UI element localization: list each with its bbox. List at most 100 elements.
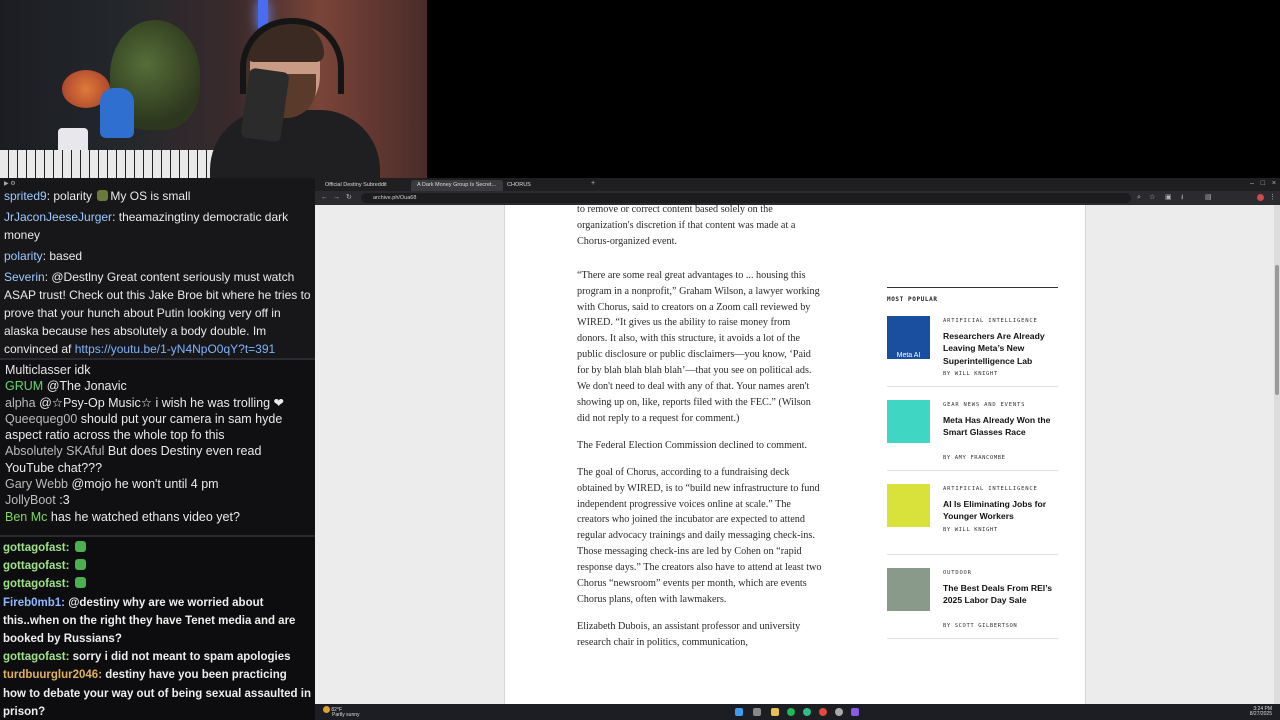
popular-thumbnail[interactable] xyxy=(887,484,930,527)
chat-panel-bottom: gottagofast: gottagofast: gottagofast: F… xyxy=(0,537,315,720)
scrollbar-thumb[interactable] xyxy=(1275,265,1279,395)
chat-text: polarity xyxy=(53,189,93,203)
article-paragraph: The Federal Election Commission declined… xyxy=(577,439,808,451)
popular-thumbnail[interactable] xyxy=(887,400,930,443)
empty-overlay-area xyxy=(427,0,1280,178)
weather-icon xyxy=(323,706,330,713)
keyboard-instrument xyxy=(0,150,220,178)
popular-category[interactable]: ARTIFICIAL INTELLIGENCE xyxy=(943,318,1038,324)
profile-avatar-icon[interactable] xyxy=(1257,194,1264,201)
popular-headline[interactable]: AI Is Eliminating Jobs for Younger Worke… xyxy=(943,498,1061,523)
popular-card[interactable]: OUTDOOR The Best Deals From REI’s 2025 La… xyxy=(887,568,1058,639)
search-taskbar-icon[interactable] xyxy=(753,708,761,716)
chat-message: gottagofast: sorry i did not meant to sp… xyxy=(3,648,312,666)
chat-username: Ben Mc xyxy=(5,509,48,524)
popular-thumbnail[interactable] xyxy=(887,568,930,611)
address-bar[interactable]: archive.ph/Oua68 xyxy=(361,193,1131,203)
chat-message: Ben Mc has he watched ethans video yet? xyxy=(5,509,310,525)
bookmark-star-icon[interactable]: ☆ xyxy=(1149,194,1155,202)
popular-byline[interactable]: BY AMY FRANCOMBE xyxy=(943,455,1006,461)
chat-message: Gary Webb @mojo he won't until 4 pm xyxy=(5,476,310,492)
chat-username: Severin xyxy=(4,270,45,284)
figurine-blue xyxy=(100,88,134,138)
popular-thumbnail[interactable]: Meta AI xyxy=(887,316,930,359)
chat-username: gottagofast: xyxy=(3,542,70,554)
page-scrollbar[interactable] xyxy=(1274,205,1280,704)
extensions-icon[interactable]: ▣ xyxy=(1165,194,1172,202)
chat-message: Absolutely SKAful But does Destiny even … xyxy=(5,443,310,476)
chat-username: turdbuurglur2046: xyxy=(3,669,103,682)
popular-card[interactable]: Meta AI ARTIFICIAL INTELLIGENCE Researcher… xyxy=(887,316,1058,387)
chat-username: Gary Webb xyxy=(5,477,68,492)
chat-message: JollyBoot :3 xyxy=(5,492,310,508)
download-icon[interactable]: ⭳ xyxy=(1181,194,1183,202)
article-paragraph: Elizabeth Dubois, an assistant professor… xyxy=(577,620,801,648)
reload-icon[interactable]: ↻ xyxy=(346,194,352,202)
most-popular-heading: MOST POPULAR xyxy=(887,287,1058,303)
popular-byline[interactable]: BY WILL KNIGHT xyxy=(943,527,998,533)
obs-icon[interactable] xyxy=(835,708,843,716)
popular-category[interactable]: GEAR NEWS AND EVENTS xyxy=(943,402,1025,408)
article-paragraph: to remove or correct content based solel… xyxy=(577,205,796,247)
article-paragraph: The goal of Chorus, according to a fundr… xyxy=(577,466,822,605)
popular-byline[interactable]: BY WILL KNIGHT xyxy=(943,371,998,377)
chat-username: GRUM xyxy=(5,379,44,394)
streamer xyxy=(210,10,380,178)
system-clock[interactable]: 3:24 PM 8/27/2025 xyxy=(1250,707,1272,717)
forward-icon[interactable]: → xyxy=(333,194,340,202)
chat-message: gottagofast: xyxy=(3,557,312,575)
menu-icon[interactable]: ⋮ xyxy=(1269,194,1276,202)
article-body: to remove or correct content based solel… xyxy=(577,205,823,662)
popular-card[interactable]: ARTIFICIAL INTELLIGENCE AI Is Eliminating… xyxy=(887,484,1058,555)
start-icon[interactable] xyxy=(735,708,743,716)
webcam-feed xyxy=(0,0,427,178)
popular-card[interactable]: GEAR NEWS AND EVENTS Meta Has Already Won… xyxy=(887,400,1058,471)
chrome-icon[interactable] xyxy=(819,708,827,716)
minimize-icon[interactable]: – xyxy=(1250,180,1254,188)
popular-headline[interactable]: Meta Has Already Won the Smart Glasses R… xyxy=(943,414,1061,439)
tab-chorus[interactable]: CHORUS xyxy=(501,180,593,191)
chat-message: Queequeg00 should put your camera in sam… xyxy=(5,411,310,444)
emote-icon xyxy=(74,559,86,571)
edge-icon[interactable] xyxy=(803,708,811,716)
clock-date: 8/27/2025 xyxy=(1249,711,1272,717)
article-container: to remove or correct content based solel… xyxy=(504,205,1086,704)
app-icon[interactable] xyxy=(851,708,859,716)
file-explorer-icon[interactable] xyxy=(771,708,779,716)
chat-panel-top: ▶ ⚙ sprited9: polarity My OS is small Jr… xyxy=(0,178,315,358)
chat-text: @mojo he won't until 4 pm xyxy=(71,477,219,492)
chat-text: has he watched ethans video yet? xyxy=(50,509,240,524)
chat-link[interactable]: https://youtu.be/1-yN4NpO0qY?t=391 xyxy=(75,342,275,356)
sidebar-icon[interactable]: ▤ xyxy=(1205,194,1212,202)
chat-text: based xyxy=(49,249,83,263)
tab-article[interactable]: A Dark Money Group Is Secret... xyxy=(411,180,503,191)
tab-label: A Dark Money Group Is Secret... xyxy=(417,182,497,188)
popular-category[interactable]: ARTIFICIAL INTELLIGENCE xyxy=(943,486,1038,492)
popular-byline[interactable]: BY SCOTT GILBERTSON xyxy=(943,623,1017,629)
chat-username: Absolutely SKAful xyxy=(5,444,105,459)
popular-category[interactable]: OUTDOOR xyxy=(943,570,972,576)
chat-message: gottagofast: xyxy=(3,539,312,557)
new-tab-icon[interactable]: + xyxy=(591,180,595,188)
chat-text: @☆Psy-Op Music☆ i wish he was trolling ❤ xyxy=(39,395,285,410)
weather-text: Partly sunny xyxy=(332,712,360,719)
chat-toolbar-icons: ▶ ⚙ xyxy=(4,181,16,187)
chat-text: idk xyxy=(74,363,91,377)
search-icon[interactable]: ⌕ xyxy=(1137,194,1141,202)
chat-username: gottagofast: xyxy=(3,651,70,664)
thumbnail-caption: Meta AI xyxy=(896,352,921,359)
chat-username: polarity xyxy=(4,249,43,263)
popular-headline[interactable]: Researchers Are Already Leaving Meta’s N… xyxy=(943,330,1061,367)
chat-username: sprited9 xyxy=(4,189,47,203)
popular-headline[interactable]: The Best Deals From REI’s 2025 Labor Day… xyxy=(943,582,1061,607)
back-icon[interactable]: ← xyxy=(321,194,328,202)
tab-destiny-subreddit[interactable]: Official Destiny Subreddit xyxy=(319,180,413,191)
most-popular-sidebar: MOST POPULAR Meta AI ARTIFICIAL INTELLIGE… xyxy=(887,287,1058,639)
weather-widget[interactable]: 82°F Partly sunny xyxy=(323,706,360,719)
spotify-icon[interactable] xyxy=(787,708,795,716)
chat-message: polarity: based xyxy=(4,249,83,263)
close-icon[interactable]: × xyxy=(1272,180,1276,188)
web-page: to remove or correct content based solel… xyxy=(315,205,1280,704)
maximize-icon[interactable]: □ xyxy=(1261,180,1265,188)
chat-text: :3 xyxy=(59,493,70,508)
